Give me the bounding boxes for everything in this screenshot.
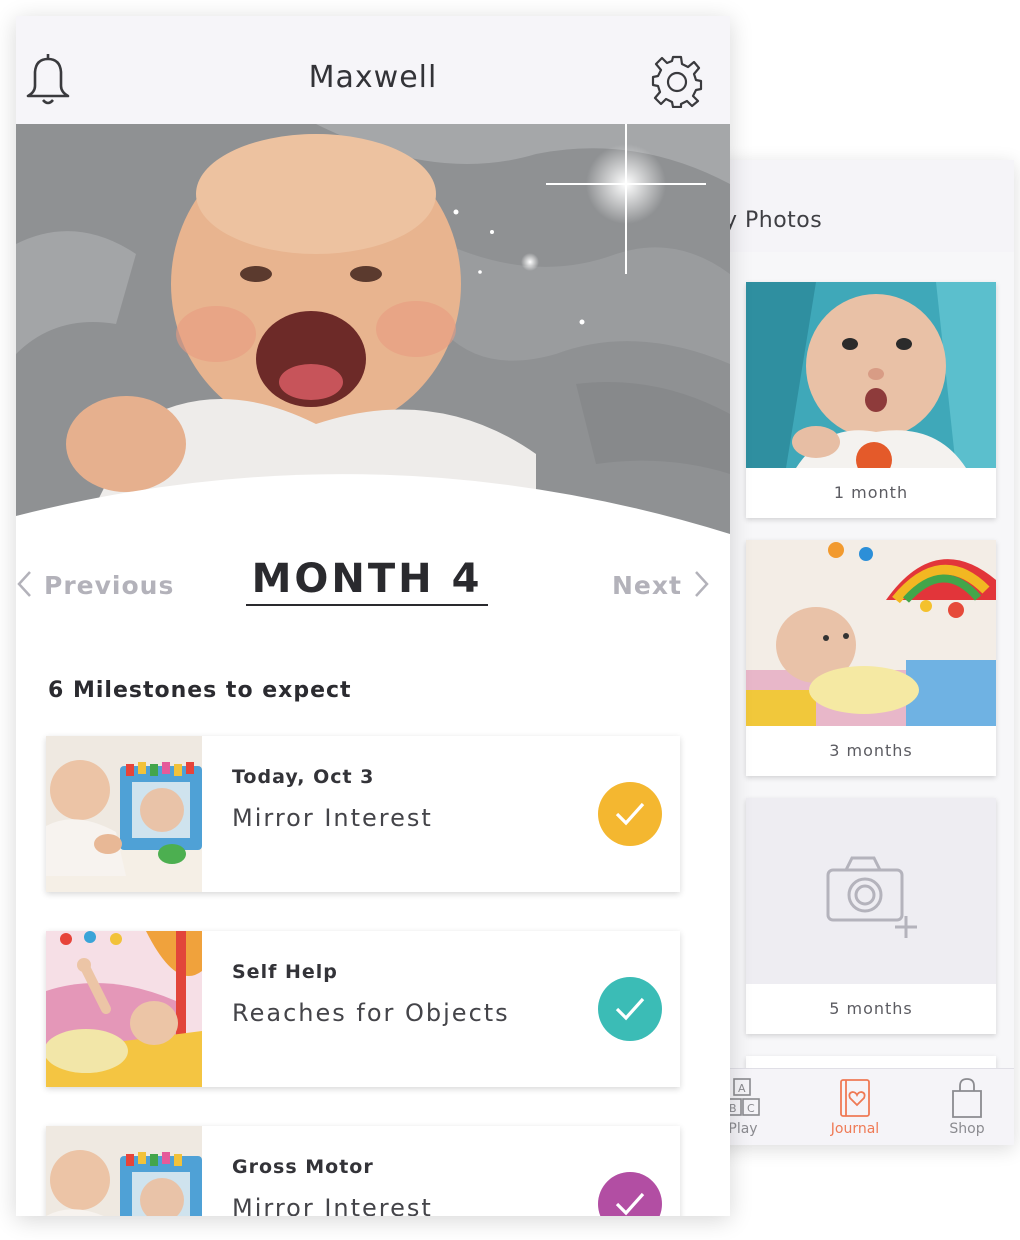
add-photo-placeholder[interactable] (746, 798, 996, 984)
photo-caption: 1 month (833, 483, 909, 502)
milestone-check-button[interactable] (598, 782, 662, 846)
add-photo-camera-icon (826, 856, 917, 938)
month-title: MONTH 4 (246, 556, 488, 606)
milestone-card[interactable]: Self Help Reaches for Objects (46, 931, 680, 1087)
milestone-name: Reaches for Objects (232, 999, 510, 1027)
milestone-name: Mirror Interest (232, 804, 433, 832)
photo-caption: 3 months (829, 741, 913, 760)
photo-card-3-months[interactable]: 3 months (746, 540, 996, 776)
photo-caption: 5 months (829, 999, 913, 1018)
journal-heart-icon (837, 1077, 873, 1123)
photos-screen: y Photos 1 month 3 months 5 months A B C… (690, 160, 1014, 1145)
milestone-category: Self Help (232, 961, 338, 983)
checkmark-icon (615, 997, 645, 1021)
page-title: Maxwell (308, 60, 438, 95)
checkmark-icon (615, 1192, 645, 1216)
bottom-tab-bar: A B C Play Journal Shop (690, 1068, 1014, 1145)
milestone-name: Mirror Interest (232, 1194, 433, 1216)
milestone-check-button[interactable] (598, 1172, 662, 1216)
milestone-category: Today, Oct 3 (232, 766, 375, 788)
photos-header: y Photos (690, 160, 1014, 253)
tab-label: Shop (949, 1121, 985, 1137)
tab-label: Journal (830, 1121, 880, 1137)
svg-text:B: B (729, 1102, 737, 1115)
baby-photo-3-months (746, 540, 996, 726)
previous-month-button[interactable]: Previous (16, 570, 174, 600)
milestones-screen: Maxwell Previous MONTH 4 Next 6 Mileston… (16, 16, 730, 1216)
next-month-button[interactable]: Next (612, 570, 710, 600)
milestone-category: Gross Motor (232, 1156, 374, 1178)
milestone-photo (46, 736, 202, 892)
milestones-heading: 6 Milestones to expect (48, 678, 352, 703)
svg-text:A: A (738, 1082, 746, 1095)
tab-journal[interactable]: Journal (810, 1069, 900, 1145)
previous-label: Previous (44, 571, 175, 600)
baby-photo-1-month (746, 282, 996, 468)
milestone-photo (46, 931, 202, 1087)
photo-list[interactable]: 1 month 3 months 5 months (690, 252, 1014, 1069)
milestone-check-button[interactable] (598, 977, 662, 1041)
chevron-right-icon (695, 571, 709, 597)
svg-text:C: C (747, 1102, 755, 1115)
milestone-card[interactable]: Gross Motor Mirror Interest (46, 1126, 680, 1216)
tab-shop[interactable]: Shop (922, 1069, 1012, 1145)
milestone-card[interactable]: Today, Oct 3 Mirror Interest (46, 736, 680, 892)
baby-hero-photo (16, 124, 730, 544)
next-label: Next (612, 571, 682, 600)
checkmark-icon (615, 802, 645, 826)
photo-card-5-months[interactable]: 5 months (746, 798, 996, 1034)
chevron-left-icon (17, 571, 31, 597)
photo-card-1-month[interactable]: 1 month (746, 282, 996, 518)
shopping-bag-icon (949, 1077, 985, 1123)
gear-icon[interactable] (650, 54, 704, 112)
app-header: Maxwell (16, 16, 730, 125)
milestone-photo (46, 1126, 202, 1216)
photos-title: y Photos (724, 208, 823, 233)
